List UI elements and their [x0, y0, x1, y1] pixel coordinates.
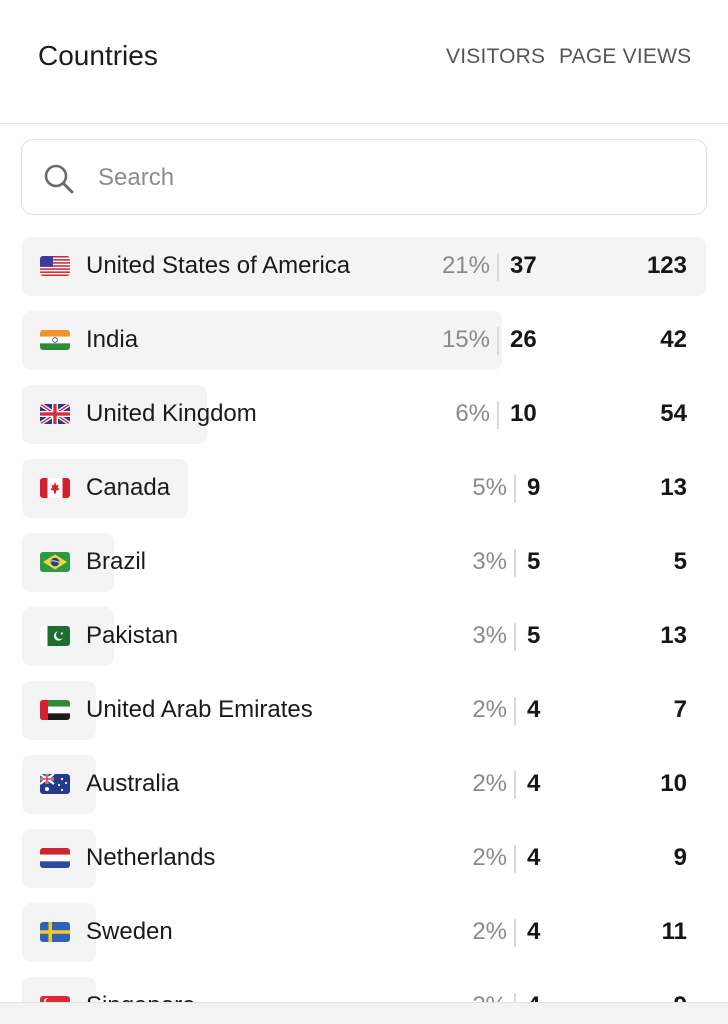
visitor-percent: 6%	[455, 400, 490, 427]
br-flag-icon	[40, 552, 70, 572]
visitors-count: 9	[527, 474, 541, 501]
panel-title: Countries	[38, 40, 158, 71]
page-views-count: 5	[673, 548, 687, 575]
country-name: United Arab Emirates	[86, 696, 313, 723]
country-row[interactable]: Brazil 3% 5 5	[0, 533, 728, 592]
se-flag-icon	[40, 922, 70, 942]
page-views-count: 123	[646, 252, 687, 279]
country-name: United States of America	[86, 252, 351, 279]
country-list: United States of America 21% 37 123 Indi…	[0, 237, 728, 1007]
visitors-count: 26	[510, 326, 537, 353]
visitor-percent: 2%	[472, 844, 507, 871]
country-row[interactable]: Pakistan 3% 5 13	[0, 607, 728, 666]
column-divider	[514, 771, 516, 799]
column-divider	[514, 919, 516, 947]
column-divider	[514, 845, 516, 873]
page-views-count: 11	[661, 918, 687, 945]
country-name: Canada	[86, 474, 171, 501]
visitors-count: 5	[527, 622, 541, 649]
visitors-count: 4	[527, 844, 541, 871]
page-views-count: 54	[660, 400, 687, 427]
column-divider	[514, 623, 516, 651]
country-name: Pakistan	[86, 622, 179, 649]
page-views-count: 10	[660, 770, 687, 797]
visitor-percent: 2%	[472, 770, 507, 797]
bottom-toolbar	[0, 1002, 728, 1024]
visitors-count: 5	[527, 548, 541, 575]
visitor-percent: 21%	[441, 252, 490, 279]
gb-flag-icon	[40, 404, 70, 424]
tab-visitors[interactable]: VISITORS	[446, 45, 545, 69]
us-flag-icon	[40, 256, 70, 276]
nl-flag-icon	[40, 848, 70, 868]
country-name: Brazil	[86, 548, 147, 575]
column-divider	[497, 401, 499, 429]
ae-flag-icon	[40, 700, 70, 720]
visitor-percent: 2%	[472, 696, 507, 723]
panel-header: Countries VISITORS PAGE VIEWS	[0, 0, 728, 124]
page-views-count: 7	[673, 696, 687, 723]
search-input[interactable]	[96, 154, 680, 202]
column-divider	[514, 475, 516, 503]
country-row[interactable]: India 15% 26 42	[0, 311, 728, 370]
country-name: United Kingdom	[86, 400, 257, 427]
country-row[interactable]: United States of America 21% 37 123	[0, 237, 728, 296]
visitor-percent: 2%	[472, 918, 507, 945]
country-row[interactable]: Netherlands 2% 4 9	[0, 829, 728, 888]
column-divider	[497, 253, 499, 281]
visitor-percent: 3%	[472, 622, 507, 649]
search-box[interactable]	[21, 139, 707, 215]
visitors-count: 4	[527, 696, 541, 723]
ca-flag-icon	[40, 478, 70, 498]
country-row[interactable]: Sweden 2% 4 11	[0, 903, 728, 962]
page-views-count: 13	[660, 474, 687, 501]
column-divider	[514, 549, 516, 577]
country-row[interactable]: United Arab Emirates 2% 4 7	[0, 681, 728, 740]
visitor-percent: 3%	[472, 548, 507, 575]
visitors-count: 4	[527, 770, 541, 797]
country-row[interactable]: Canada 5% 9 13	[0, 459, 728, 518]
visitors-count: 37	[510, 252, 537, 279]
au-flag-icon	[40, 774, 70, 794]
visitor-percent: 5%	[472, 474, 507, 501]
page-views-count: 9	[673, 844, 687, 871]
column-divider	[514, 697, 516, 725]
visitors-count: 10	[510, 400, 537, 427]
visitors-count: 4	[527, 918, 541, 945]
column-divider	[497, 327, 499, 355]
country-row[interactable]: Australia 2% 4 10	[0, 755, 728, 814]
page-views-count: 13	[660, 622, 687, 649]
country-name: India	[86, 326, 139, 353]
country-row[interactable]: United Kingdom 6% 10 54	[0, 385, 728, 444]
pk-flag-icon	[40, 626, 70, 646]
country-name: Netherlands	[86, 844, 216, 871]
country-name: Sweden	[86, 918, 173, 945]
visitor-percent: 15%	[441, 326, 490, 353]
page-views-count: 42	[660, 326, 687, 353]
country-name: Australia	[86, 770, 180, 797]
search-icon	[42, 162, 76, 196]
in-flag-icon	[40, 330, 70, 350]
countries-panel: Countries VISITORS PAGE VIEWS Search Uni…	[0, 0, 728, 1024]
tab-page-views[interactable]: PAGE VIEWS	[559, 45, 691, 69]
